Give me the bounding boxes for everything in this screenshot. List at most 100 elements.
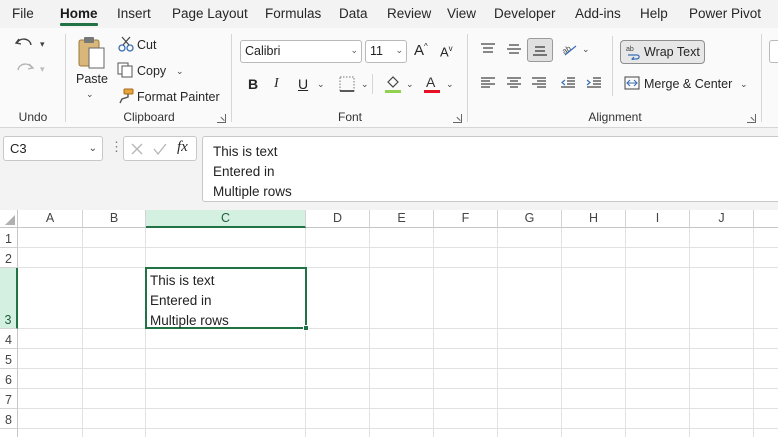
select-all-button[interactable] xyxy=(0,210,18,228)
tab-home[interactable]: Home xyxy=(60,6,98,26)
paste-button[interactable]: Paste ⌄ xyxy=(72,34,108,102)
increase-font-size-icon[interactable]: A^ xyxy=(414,42,428,59)
clipboard-dialog-launcher-icon[interactable] xyxy=(217,114,226,123)
tab-help[interactable]: Help xyxy=(640,6,668,21)
paste-dropdown-icon[interactable]: ⌄ xyxy=(86,89,94,100)
align-center-icon[interactable] xyxy=(506,76,522,90)
wrap-text-icon: ab xyxy=(626,46,640,60)
insert-function-icon[interactable]: fx xyxy=(177,139,188,156)
tab-power-pivot[interactable]: Power Pivot xyxy=(689,6,761,21)
decrease-indent-icon[interactable] xyxy=(560,76,576,90)
formula-input[interactable]: This is text Entered in Multiple rows xyxy=(202,136,778,202)
column-header-a[interactable]: A xyxy=(18,210,83,228)
wrap-text-button[interactable]: ab Wrap Text xyxy=(620,40,705,64)
active-cell-c3[interactable]: This is text Entered in Multiple rows xyxy=(145,267,309,331)
bottom-align-button[interactable] xyxy=(527,38,553,62)
chevron-down-icon: ⌄ xyxy=(395,45,403,55)
column-header-h[interactable]: H xyxy=(562,210,626,228)
row-header-5[interactable]: 5 xyxy=(0,349,18,369)
tab-file[interactable]: File xyxy=(12,6,34,21)
middle-align-icon[interactable] xyxy=(506,42,522,56)
font-size-select[interactable]: 11 ⌄ xyxy=(365,40,407,63)
tab-page-layout[interactable]: Page Layout xyxy=(172,6,248,21)
column-header-j[interactable]: J xyxy=(690,210,754,228)
row-header-4[interactable]: 4 xyxy=(0,329,18,349)
format-painter-icon xyxy=(119,88,134,104)
tab-review[interactable]: Review xyxy=(387,6,431,21)
tab-add-ins[interactable]: Add-ins xyxy=(575,6,621,21)
cell-text-line: This is text xyxy=(150,273,215,288)
column-header-f[interactable]: F xyxy=(434,210,498,228)
cut-button[interactable]: Cut xyxy=(137,38,156,52)
tab-data[interactable]: Data xyxy=(339,6,368,21)
underline-button[interactable]: U xyxy=(298,76,308,92)
chevron-down-icon: ⌄ xyxy=(350,45,358,55)
column-header-d[interactable]: D xyxy=(306,210,370,228)
top-align-icon[interactable] xyxy=(480,42,496,56)
undo-group: ▾ ▾ Undo xyxy=(0,28,66,128)
row-header-7[interactable]: 7 xyxy=(0,389,18,409)
column-header-k-partial[interactable] xyxy=(754,210,778,228)
increase-indent-icon[interactable] xyxy=(586,76,602,90)
copy-button[interactable]: Copy xyxy=(137,64,166,78)
decrease-font-size-icon[interactable]: Av xyxy=(440,44,453,59)
row-header-3[interactable]: 3 xyxy=(0,268,18,329)
tab-view[interactable]: View xyxy=(447,6,476,21)
undo-dropdown-icon[interactable]: ▾ xyxy=(40,39,45,50)
svg-text:ab: ab xyxy=(626,46,634,53)
align-right-icon[interactable] xyxy=(531,76,547,90)
row-header-8[interactable]: 8 xyxy=(0,409,18,429)
alignment-dialog-launcher-icon[interactable] xyxy=(747,114,756,123)
column-header-g[interactable]: G xyxy=(498,210,562,228)
italic-button[interactable]: I xyxy=(274,76,279,92)
copy-dropdown-icon[interactable]: ⌄ xyxy=(176,66,184,77)
undo-icon[interactable] xyxy=(14,35,36,53)
redo-icon xyxy=(17,63,35,71)
formula-line: Multiple rows xyxy=(213,184,292,199)
font-dialog-launcher-icon[interactable] xyxy=(453,114,462,123)
merge-center-icon[interactable] xyxy=(624,76,640,90)
merge-dropdown-icon[interactable]: ⌄ xyxy=(740,79,748,90)
cancel-icon[interactable] xyxy=(130,142,144,156)
column-header-b[interactable]: B xyxy=(83,210,146,228)
font-name-select[interactable]: Calibri ⌄ xyxy=(240,40,362,63)
underline-dropdown-icon[interactable]: ⌄ xyxy=(317,79,325,90)
row-header-6[interactable]: 6 xyxy=(0,369,18,389)
row-header-2[interactable]: 2 xyxy=(0,248,18,268)
more-options-icon[interactable]: ⋮ xyxy=(110,139,123,155)
row-header-1[interactable]: 1 xyxy=(0,228,18,248)
orientation-dropdown-icon[interactable]: ⌄ xyxy=(582,44,590,55)
number-format-select-partial[interactable] xyxy=(769,40,778,63)
enter-icon[interactable] xyxy=(153,142,167,156)
column-header-c[interactable]: C xyxy=(146,210,306,228)
bold-button[interactable]: B xyxy=(248,76,258,92)
row-number: 1 xyxy=(5,232,12,246)
formula-bar: C3 ⌄ ⋮ fx This is text Entered in Multip… xyxy=(0,128,778,210)
borders-dropdown-icon[interactable]: ⌄ xyxy=(361,79,369,90)
row-number: 7 xyxy=(5,393,12,407)
font-color-icon[interactable]: A xyxy=(423,74,441,94)
name-box[interactable]: C3 ⌄ xyxy=(3,136,103,161)
fill-color-icon[interactable] xyxy=(384,74,402,94)
tab-formulas[interactable]: Formulas xyxy=(265,6,321,21)
borders-icon[interactable] xyxy=(339,76,355,92)
tab-developer[interactable]: Developer xyxy=(494,6,556,21)
row-number: 3 xyxy=(4,313,12,327)
column-header-i[interactable]: I xyxy=(626,210,690,228)
formula-buttons: fx xyxy=(123,136,197,161)
fill-handle[interactable] xyxy=(303,325,309,331)
fill-color-dropdown-icon[interactable]: ⌄ xyxy=(406,79,414,90)
tab-insert[interactable]: Insert xyxy=(117,6,151,21)
alignment-group: ab ⌄ ab Wrap Text Merge & Center ⌄ Align… xyxy=(468,28,762,128)
align-left-icon[interactable] xyxy=(480,76,496,90)
format-painter-button[interactable]: Format Painter xyxy=(137,90,220,104)
bottom-align-icon xyxy=(533,46,547,56)
spreadsheet-grid[interactable]: A B C D E F G H I J 1 2 3 4 5 6 7 8 This… xyxy=(0,210,778,437)
column-header-e[interactable]: E xyxy=(370,210,434,228)
formula-line: This is text xyxy=(213,144,278,159)
font-color-dropdown-icon[interactable]: ⌄ xyxy=(446,79,454,90)
orientation-icon[interactable]: ab xyxy=(561,41,579,57)
merge-center-button[interactable]: Merge & Center xyxy=(644,77,732,91)
row-header-9-partial[interactable] xyxy=(0,429,18,437)
row-number: 2 xyxy=(5,252,12,266)
